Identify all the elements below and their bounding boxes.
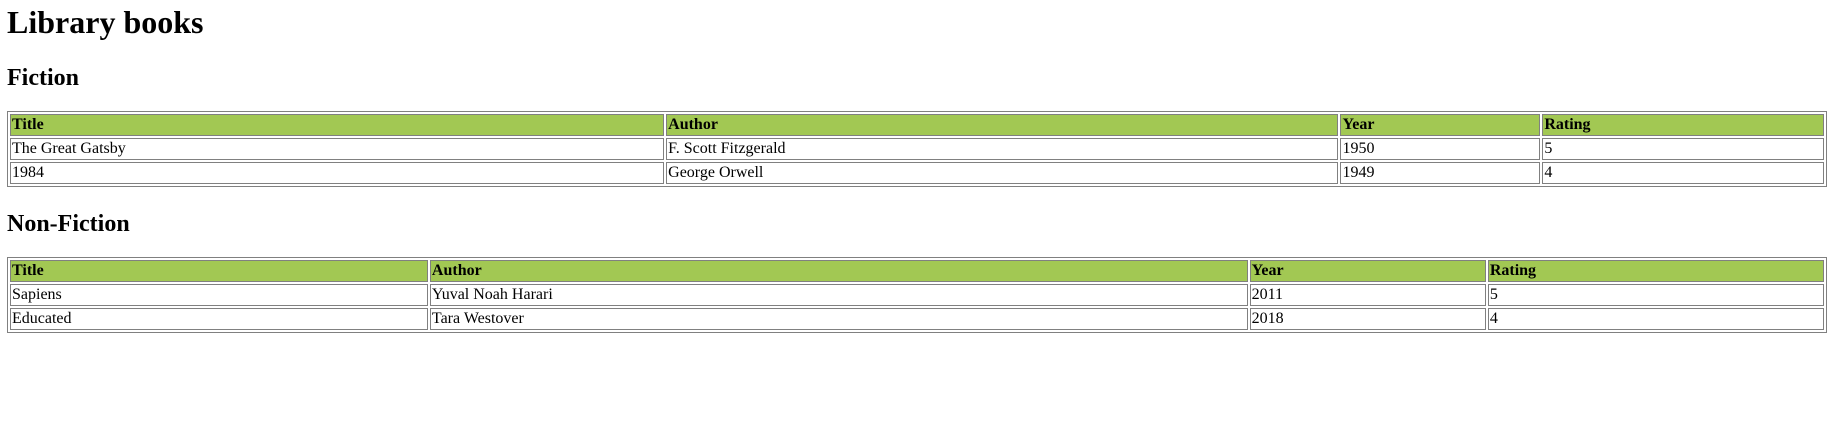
cell-year: 1950 [1340, 138, 1541, 160]
cell-author: F. Scott Fitzgerald [666, 138, 1339, 160]
table-row: Sapiens Yuval Noah Harari 2011 5 [10, 284, 1824, 306]
section-heading-fiction: Fiction [7, 65, 79, 91]
cell-title: The Great Gatsby [10, 138, 665, 160]
cell-title: 1984 [10, 162, 665, 184]
page-title: Library books [7, 4, 204, 40]
cell-rating: 5 [1487, 284, 1824, 306]
cell-year: 2011 [1249, 284, 1486, 306]
cell-author: Tara Westover [429, 308, 1248, 330]
column-header-year: Year [1340, 114, 1541, 136]
cell-year: 1949 [1340, 162, 1541, 184]
column-header-title: Title [10, 114, 665, 136]
cell-rating: 5 [1542, 138, 1824, 160]
cell-title: Sapiens [10, 284, 428, 306]
nonfiction-books-table: Title Author Year Rating Sapiens Yuval N… [7, 257, 1827, 333]
column-header-title: Title [10, 260, 428, 282]
column-header-rating: Rating [1542, 114, 1824, 136]
cell-author: George Orwell [666, 162, 1339, 184]
cell-author: Yuval Noah Harari [429, 284, 1248, 306]
table-header-row: Title Author Year Rating [10, 114, 1824, 136]
table-row: The Great Gatsby F. Scott Fitzgerald 195… [10, 138, 1824, 160]
cell-rating: 4 [1487, 308, 1824, 330]
section-heading-nonfiction: Non-Fiction [7, 211, 130, 237]
table-header-row: Title Author Year Rating [10, 260, 1824, 282]
table-row: Educated Tara Westover 2018 4 [10, 308, 1824, 330]
column-header-rating: Rating [1487, 260, 1824, 282]
column-header-year: Year [1249, 260, 1486, 282]
column-header-author: Author [666, 114, 1339, 136]
column-header-author: Author [429, 260, 1248, 282]
cell-year: 2018 [1249, 308, 1486, 330]
fiction-books-table: Title Author Year Rating The Great Gatsb… [7, 111, 1827, 187]
cell-title: Educated [10, 308, 428, 330]
cell-rating: 4 [1542, 162, 1824, 184]
table-row: 1984 George Orwell 1949 4 [10, 162, 1824, 184]
